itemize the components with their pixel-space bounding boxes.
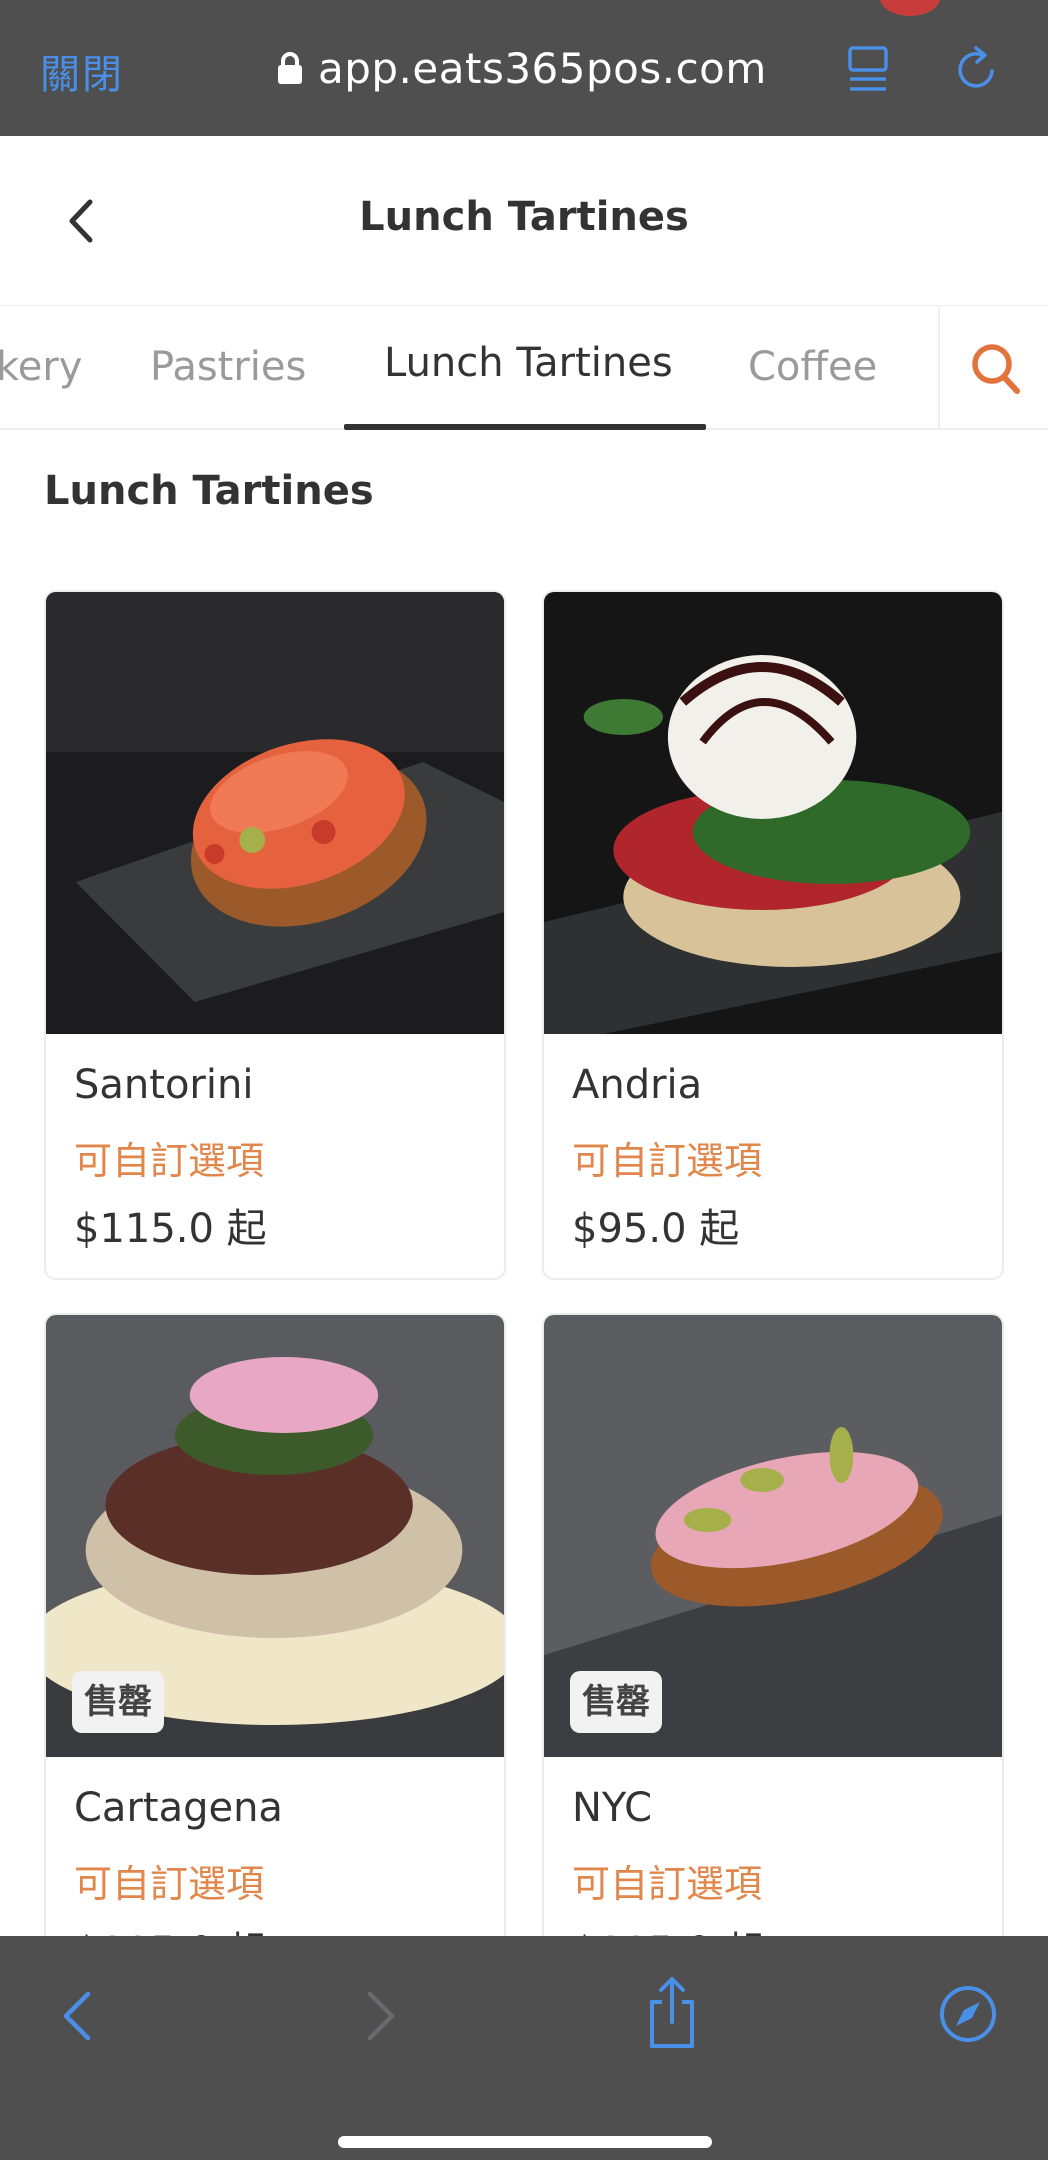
menu-item-card[interactable]: 售罄 NYC 可自訂選項 $115.0 起 — [542, 1313, 1004, 2013]
lock-icon — [278, 52, 302, 84]
active-tab-indicator — [344, 424, 706, 430]
back-icon[interactable] — [58, 1986, 98, 2046]
notification-mark — [880, 0, 940, 16]
home-indicator — [338, 2136, 712, 2148]
tab-bakery[interactable]: kery — [0, 344, 82, 390]
tab-divider — [938, 306, 940, 430]
item-name: Cartagena — [74, 1785, 283, 1831]
url-text: app.eats365pos.com — [318, 43, 767, 93]
menu-item-card[interactable]: 售罄 Cartagena 可自訂選項 $115.0 起 — [44, 1313, 506, 2013]
forward-icon — [367, 1991, 395, 2041]
share-icon[interactable] — [644, 1976, 700, 2050]
sold-out-badge: 售罄 — [570, 1671, 662, 1733]
item-price: $95.0 起 — [572, 1206, 740, 1252]
reader-icon[interactable] — [848, 44, 888, 94]
customizable-label: 可自訂選項 — [572, 1139, 763, 1183]
item-name: Andria — [572, 1062, 703, 1108]
search-icon[interactable] — [966, 336, 1026, 400]
section-title: Lunch Tartines — [44, 468, 374, 514]
menu-item-card[interactable]: Andria 可自訂選項 $95.0 起 — [542, 590, 1004, 1280]
tab-lunch-tartines[interactable]: Lunch Tartines — [384, 340, 673, 386]
browser-bottom-toolbar — [0, 1936, 1048, 2160]
close-button[interactable]: 關閉 — [40, 42, 124, 100]
item-name: NYC — [572, 1785, 653, 1831]
customizable-label: 可自訂選項 — [74, 1139, 265, 1183]
browser-toolbar: 關閉 app.eats365pos.com — [0, 0, 1048, 136]
food-photo — [46, 592, 504, 1034]
reload-icon[interactable] — [952, 44, 1002, 94]
sold-out-badge: 售罄 — [72, 1671, 164, 1733]
customizable-label: 可自訂選項 — [572, 1862, 763, 1906]
food-photo — [544, 592, 1002, 1034]
page-title: Lunch Tartines — [359, 194, 689, 240]
category-tabs: kery Pastries Lunch Tartines Coffee — [0, 306, 1048, 430]
item-price: $115.0 起 — [74, 1206, 267, 1252]
menu-item-card[interactable]: Santorini 可自訂選項 $115.0 起 — [44, 590, 506, 1280]
item-name: Santorini — [74, 1062, 254, 1108]
app-header: Lunch Tartines — [0, 136, 1048, 306]
tab-pastries[interactable]: Pastries — [150, 344, 306, 390]
compass-icon[interactable] — [938, 1984, 998, 2044]
tab-coffee[interactable]: Coffee — [748, 344, 877, 390]
customizable-label: 可自訂選項 — [74, 1862, 265, 1906]
address-bar[interactable]: app.eats365pos.com — [278, 38, 767, 98]
